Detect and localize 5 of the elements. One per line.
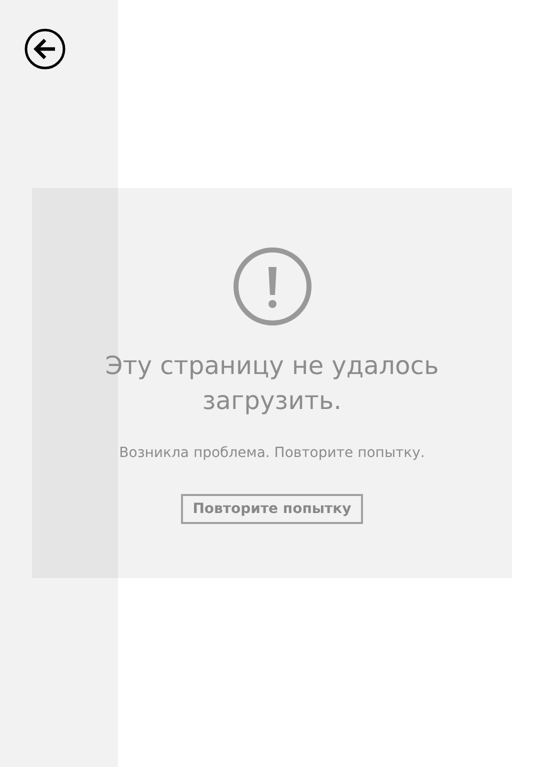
- error-title: Эту страницу не удалось загрузить.: [104, 350, 440, 417]
- error-message: Возникла проблема. Повторите попытку.: [119, 445, 425, 461]
- back-button[interactable]: [24, 28, 66, 70]
- retry-button[interactable]: Повторите попытку: [180, 494, 364, 524]
- warning-icon: [232, 247, 312, 326]
